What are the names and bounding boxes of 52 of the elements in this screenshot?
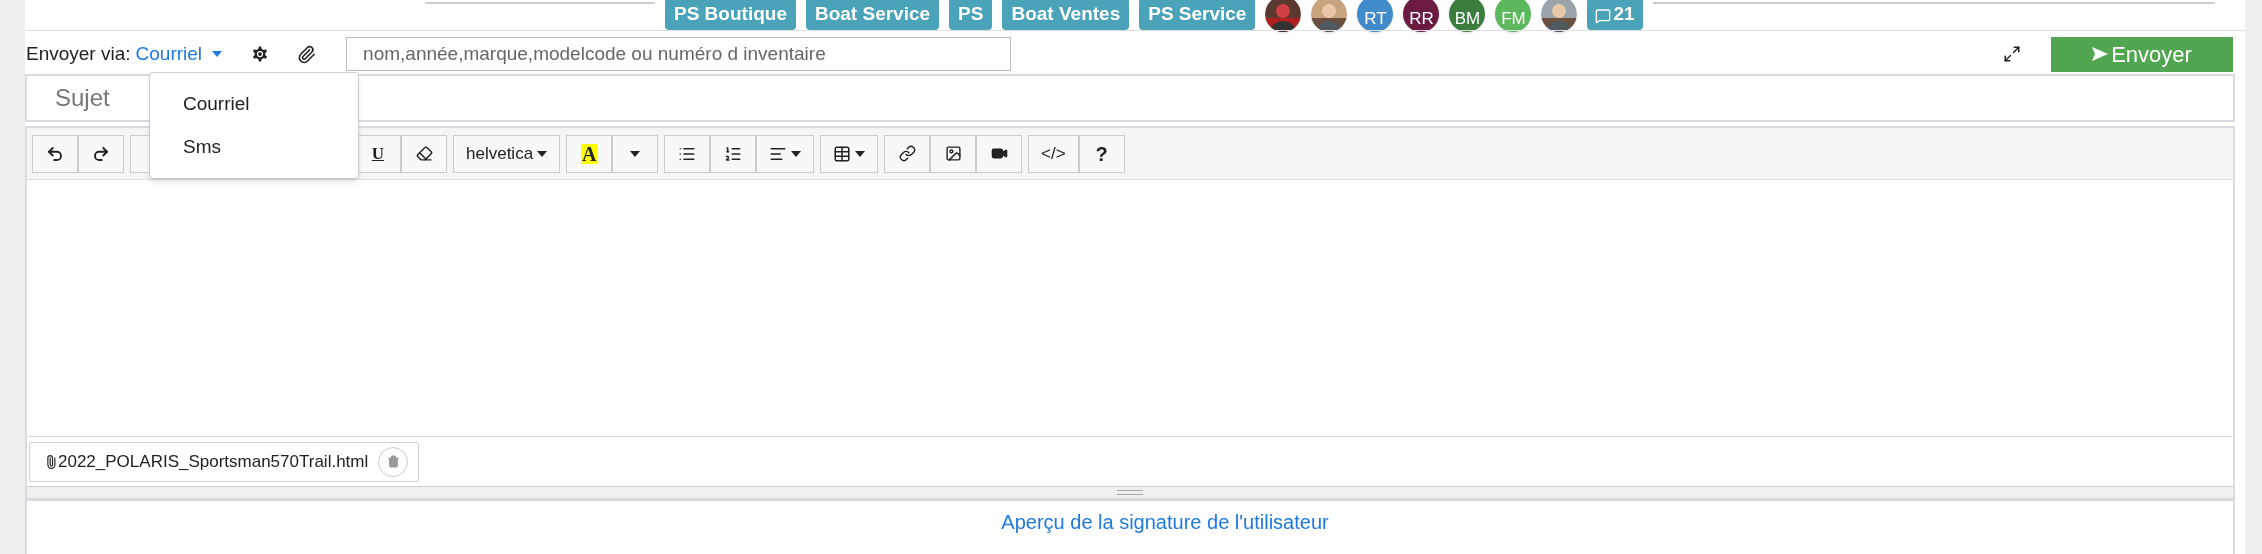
font-dropdown[interactable]: helvetica — [453, 134, 561, 173]
attach-icon[interactable] — [297, 44, 317, 64]
image-button[interactable] — [930, 134, 977, 173]
numbered-list-button[interactable] — [710, 134, 757, 173]
caret-icon — [855, 150, 866, 157]
tag[interactable]: PS Boutique — [665, 0, 796, 30]
caret-icon — [630, 150, 641, 157]
video-button[interactable] — [976, 134, 1023, 173]
color-dropdown-button[interactable] — [612, 134, 659, 173]
attachment-chip[interactable]: 2022_POLARIS_Sportsman570Trail.html — [29, 441, 420, 482]
send-icon — [2092, 47, 2109, 61]
code-button[interactable]: </> — [1028, 134, 1079, 173]
signature-preview-link[interactable]: Aperçu de la signature de l'utilisateur — [1001, 507, 1329, 554]
expand-icon[interactable] — [2003, 45, 2021, 63]
resize-handle[interactable] — [1117, 490, 1143, 495]
caret-icon — [212, 51, 223, 57]
tag[interactable]: Boat Service — [805, 0, 940, 30]
user-avatar[interactable]: RT — [1357, 0, 1394, 32]
send-via-label: Envoyer via: — [26, 41, 131, 66]
caret-icon — [791, 150, 802, 157]
help-button[interactable]: ? — [1078, 134, 1125, 173]
undo-icon — [46, 144, 64, 163]
image-icon — [944, 145, 962, 162]
attachment-name: 2022_POLARIS_Sportsman570Trail.html — [58, 450, 369, 473]
caret-icon — [537, 150, 548, 157]
search-field[interactable]: nom,année,marque,modelcode ou numéro d inventaire — [346, 37, 1012, 71]
send-button[interactable]: Envoyer — [2051, 36, 2233, 72]
table-dropdown[interactable] — [820, 134, 879, 173]
eraser-button[interactable] — [401, 134, 447, 173]
user-avatar[interactable]: RR — [1403, 0, 1440, 32]
chat-badge[interactable]: 21 — [1587, 0, 1643, 30]
numbered-list-icon — [724, 144, 743, 163]
trash-icon — [386, 455, 400, 468]
user-avatar[interactable]: BM — [1449, 0, 1486, 32]
tag[interactable]: PS — [949, 0, 993, 30]
bullet-list-button[interactable] — [664, 134, 711, 173]
redo-icon — [92, 144, 110, 163]
text-color-button[interactable]: A — [566, 134, 613, 173]
link-button[interactable] — [884, 134, 931, 173]
menu-item[interactable]: Sms — [150, 125, 358, 168]
send-via-dropdown[interactable]: Courriel — [135, 39, 223, 69]
table-icon — [833, 144, 852, 163]
redo-button[interactable] — [78, 134, 124, 173]
chat-count: 21 — [1613, 2, 1635, 26]
undo-button[interactable] — [32, 134, 78, 173]
link-icon — [898, 145, 916, 162]
tag[interactable]: Boat Ventes — [1002, 0, 1130, 30]
align-dropdown[interactable] — [756, 134, 815, 173]
eraser-icon — [415, 145, 433, 162]
user-avatar[interactable]: FM — [1495, 0, 1532, 32]
chat-icon — [1595, 8, 1612, 24]
tag[interactable]: PS Service — [1139, 0, 1256, 30]
